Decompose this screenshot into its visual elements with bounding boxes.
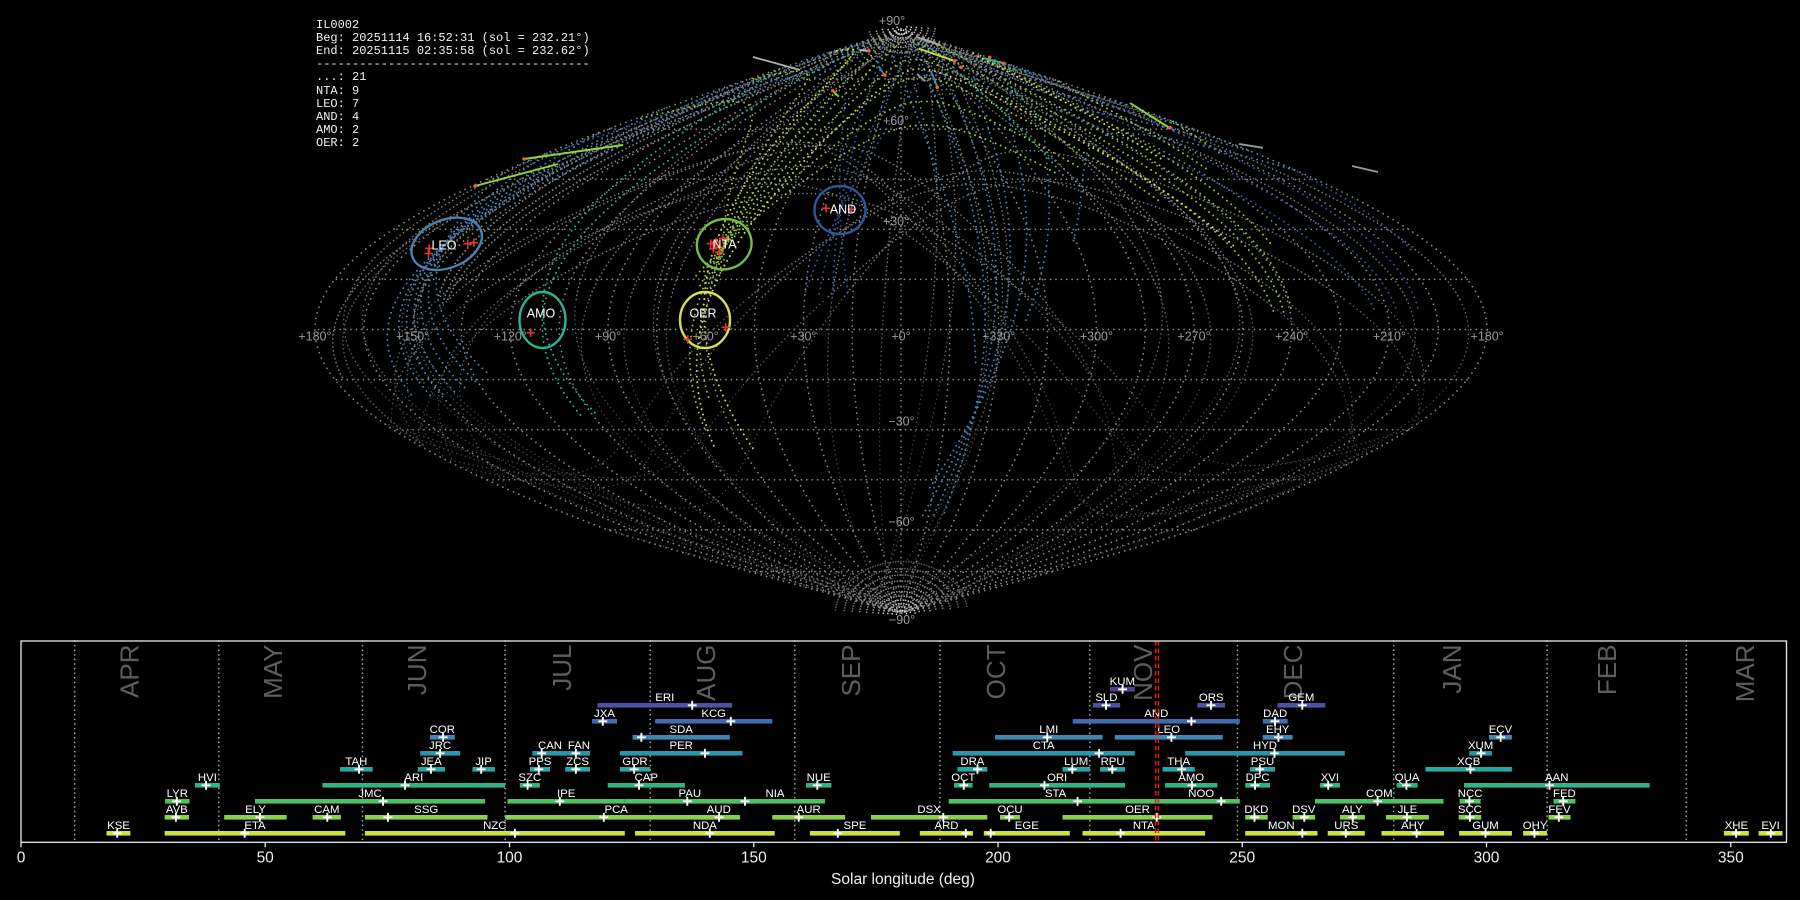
- svg-text:JUN: JUN: [402, 645, 432, 696]
- svg-text:ZCS: ZCS: [566, 756, 589, 768]
- svg-text:ETA: ETA: [244, 820, 266, 832]
- svg-text:KCG: KCG: [701, 708, 726, 720]
- svg-text:PER: PER: [669, 740, 692, 752]
- svg-text:MAY: MAY: [258, 645, 288, 699]
- svg-text:OER: OER: [1125, 804, 1150, 816]
- svg-text:NOV: NOV: [1128, 644, 1158, 701]
- svg-text:+30°: +30°: [790, 330, 816, 344]
- svg-text:0: 0: [17, 850, 26, 867]
- svg-text:+60°: +60°: [883, 114, 909, 128]
- svg-text:+180°: +180°: [298, 330, 331, 344]
- svg-text:200: 200: [985, 850, 1011, 867]
- svg-text:JXA: JXA: [594, 708, 615, 720]
- svg-text:+210°: +210°: [1373, 330, 1406, 344]
- svg-text:FEB: FEB: [1592, 645, 1622, 696]
- svg-text:PPS: PPS: [529, 756, 552, 768]
- svg-text:EGE: EGE: [1015, 820, 1039, 832]
- svg-text:JUL: JUL: [547, 645, 577, 691]
- svg-text:+60°: +60°: [692, 330, 718, 344]
- svg-text:SDA: SDA: [669, 724, 693, 736]
- svg-text:DRA: DRA: [960, 756, 984, 768]
- svg-text:AMO: AMO: [527, 307, 556, 321]
- svg-text:+90°: +90°: [879, 14, 905, 28]
- svg-text:AUR: AUR: [797, 804, 821, 816]
- svg-text:FAN: FAN: [568, 740, 590, 752]
- svg-text:ARD: ARD: [934, 820, 958, 832]
- svg-text:ERI: ERI: [655, 692, 674, 704]
- svg-text:100: 100: [497, 850, 523, 867]
- svg-text:STA: STA: [1045, 788, 1067, 800]
- svg-text:COM: COM: [1366, 788, 1393, 800]
- svg-text:+180°: +180°: [1471, 330, 1504, 344]
- svg-text:OCT: OCT: [981, 644, 1011, 699]
- svg-text:+330°: +330°: [982, 330, 1015, 344]
- svg-text:LEO: LEO: [431, 239, 456, 253]
- svg-text:LUM: LUM: [1064, 756, 1088, 768]
- svg-text:+300°: +300°: [1080, 330, 1113, 344]
- svg-text:MAR: MAR: [1730, 645, 1760, 703]
- svg-text:FED: FED: [1553, 788, 1576, 800]
- svg-text:NZC: NZC: [483, 820, 506, 832]
- svg-text:XVI: XVI: [1321, 772, 1339, 784]
- svg-text:+30°: +30°: [883, 214, 909, 228]
- svg-text:+90°: +90°: [595, 330, 621, 344]
- svg-text:ARI: ARI: [404, 772, 423, 784]
- svg-text:SZC: SZC: [518, 772, 541, 784]
- svg-text:NTA: NTA: [712, 238, 737, 252]
- svg-text:PAU: PAU: [679, 788, 702, 800]
- svg-text:LMI: LMI: [1039, 724, 1058, 736]
- svg-text:DKD: DKD: [1244, 804, 1268, 816]
- svg-text:DSX: DSX: [917, 804, 941, 816]
- svg-text:−30°: −30°: [888, 415, 914, 429]
- svg-text:OER: OER: [689, 307, 716, 321]
- svg-text:NTA: NTA: [1133, 820, 1155, 832]
- svg-text:PCA: PCA: [604, 804, 628, 816]
- svg-text:LEO: LEO: [1157, 724, 1180, 736]
- svg-text:ELY: ELY: [245, 804, 266, 816]
- svg-text:NIA: NIA: [766, 788, 785, 800]
- svg-text:NOO: NOO: [1188, 788, 1214, 800]
- svg-text:300: 300: [1474, 850, 1500, 867]
- svg-text:+240°: +240°: [1275, 330, 1308, 344]
- svg-text:CTA: CTA: [1033, 740, 1055, 752]
- svg-text:250: 250: [1229, 850, 1255, 867]
- svg-text:ORI: ORI: [1047, 772, 1067, 784]
- svg-text:AHY: AHY: [1401, 820, 1425, 832]
- svg-text:SEP: SEP: [836, 645, 866, 697]
- svg-text:HVI: HVI: [198, 772, 217, 784]
- svg-text:JAN: JAN: [1437, 645, 1467, 694]
- svg-text:JIP: JIP: [475, 756, 491, 768]
- svg-text:NDA: NDA: [693, 820, 717, 832]
- svg-text:THA: THA: [1167, 756, 1190, 768]
- svg-text:−60°: −60°: [888, 515, 914, 529]
- svg-text:HYD: HYD: [1253, 740, 1277, 752]
- svg-text:DPC: DPC: [1246, 772, 1270, 784]
- svg-text:NUE: NUE: [807, 772, 831, 784]
- svg-text:SPE: SPE: [844, 820, 867, 832]
- svg-text:JMC: JMC: [358, 788, 381, 800]
- svg-text:APR: APR: [115, 645, 145, 698]
- svg-text:MON: MON: [1268, 820, 1295, 832]
- svg-text:350: 350: [1718, 850, 1744, 867]
- svg-text:AND: AND: [830, 203, 856, 217]
- svg-text:SSG: SSG: [414, 804, 438, 816]
- svg-text:Solar longitude (deg): Solar longitude (deg): [831, 871, 975, 888]
- svg-text:150: 150: [741, 850, 767, 867]
- svg-text:+270°: +270°: [1177, 330, 1210, 344]
- svg-text:−90°: −90°: [889, 613, 915, 627]
- svg-text:+150°: +150°: [396, 330, 429, 344]
- svg-text:+0°: +0°: [891, 330, 910, 344]
- svg-text:TAH: TAH: [345, 756, 367, 768]
- svg-text:KSE: KSE: [107, 820, 130, 832]
- svg-text:XCB: XCB: [1457, 756, 1480, 768]
- svg-text:PSU: PSU: [1251, 756, 1274, 768]
- svg-text:50: 50: [257, 850, 275, 867]
- svg-text:AUG: AUG: [691, 645, 721, 701]
